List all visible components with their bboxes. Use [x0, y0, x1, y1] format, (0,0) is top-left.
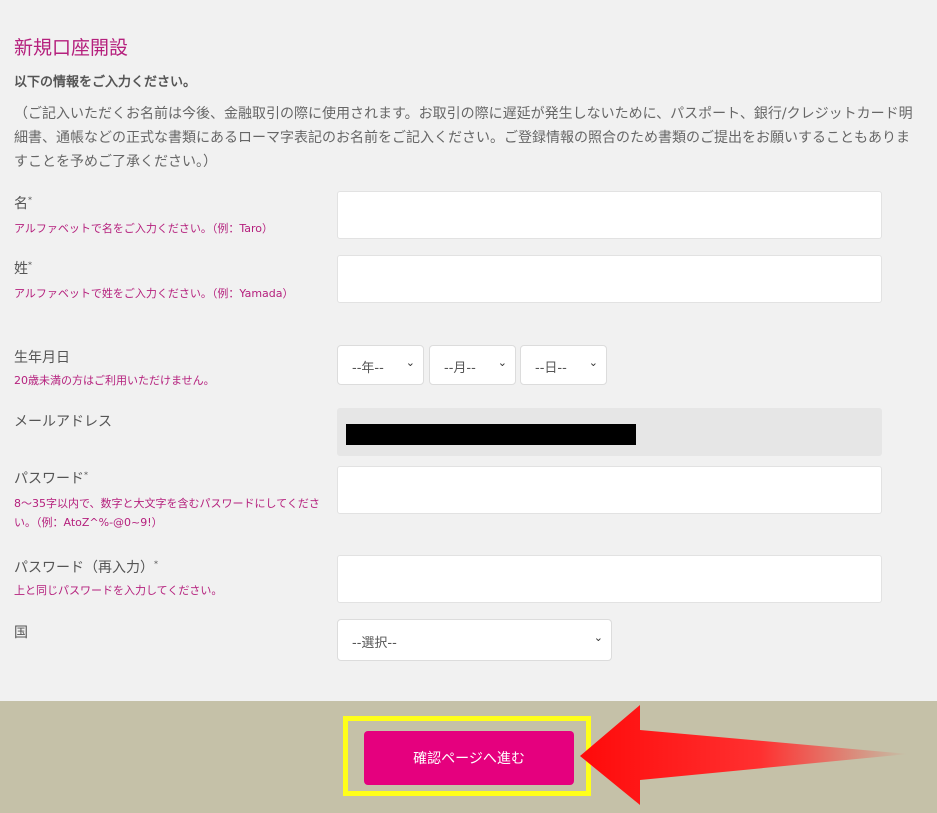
last-name-label-text: 姓: [14, 261, 28, 277]
password-confirm-hint: 上と同じパスワードを入力してください。: [14, 584, 223, 597]
last-name-label: 姓*: [14, 258, 32, 278]
chevron-down-icon: ⌄: [405, 356, 415, 369]
chevron-down-icon: ⌄: [497, 356, 507, 369]
intro-text: （ご記入いただくお名前は今後、金融取引の際に使用されます。お取引の際に遅延が発生…: [14, 106, 913, 170]
first-name-label-text: 名: [14, 196, 28, 212]
chevron-down-icon: ⌄: [593, 631, 603, 644]
password-input[interactable]: [337, 466, 882, 514]
required-mark: *: [84, 470, 88, 480]
birth-month-select[interactable]: --月-- ⌄: [429, 345, 516, 385]
password-confirm-input[interactable]: [337, 555, 882, 603]
birth-month-value: --月--: [444, 361, 476, 376]
email-label: メールアドレス: [14, 414, 112, 430]
last-name-hint: アルファベットで姓をご入力ください。（例：Yamada）: [14, 287, 294, 300]
birth-year-value: --年--: [352, 361, 384, 376]
first-name-hint: アルファベットで名をご入力ください。（例：Taro）: [14, 222, 274, 235]
country-value: --選択--: [352, 636, 397, 651]
birth-day-select[interactable]: --日-- ⌄: [520, 345, 607, 385]
password-confirm-label: パスワード（再入力）*: [14, 557, 158, 577]
form-area: 新規口座開設 以下の情報をご入力ください。 （ご記入いただくお名前は今後、金融取…: [0, 0, 937, 701]
red-arrow-icon: [580, 705, 908, 805]
birthdate-hint: 20歳未満の方はご利用いただけません。: [14, 374, 215, 387]
password-label: パスワード*: [14, 468, 88, 488]
redacted-email: [346, 424, 636, 445]
required-mark: *: [154, 559, 158, 569]
country-select[interactable]: --選択-- ⌄: [337, 619, 612, 661]
form-subtitle: 以下の情報をご入力ください。: [14, 75, 197, 90]
birth-year-select[interactable]: --年-- ⌄: [337, 345, 424, 385]
password-label-text: パスワード: [14, 471, 84, 487]
last-name-input[interactable]: [337, 255, 882, 303]
chevron-down-icon: ⌄: [588, 356, 598, 369]
birth-day-value: --日--: [535, 361, 567, 376]
required-mark: *: [28, 195, 32, 205]
first-name-input[interactable]: [337, 191, 882, 239]
confirm-page-button[interactable]: 確認ページへ進む: [364, 731, 574, 785]
password-hint: 8〜35字以内で、数字と大文字を含むパスワードにしてください。（例：AtoZ^%…: [14, 497, 320, 529]
page-title: 新規口座開設: [14, 37, 129, 59]
first-name-label: 名*: [14, 193, 32, 213]
password-confirm-label-text: パスワード（再入力）: [14, 560, 154, 576]
birthdate-label: 生年月日: [14, 350, 70, 366]
country-label: 国: [14, 625, 28, 641]
required-mark: *: [28, 260, 32, 270]
email-field: [337, 408, 882, 456]
